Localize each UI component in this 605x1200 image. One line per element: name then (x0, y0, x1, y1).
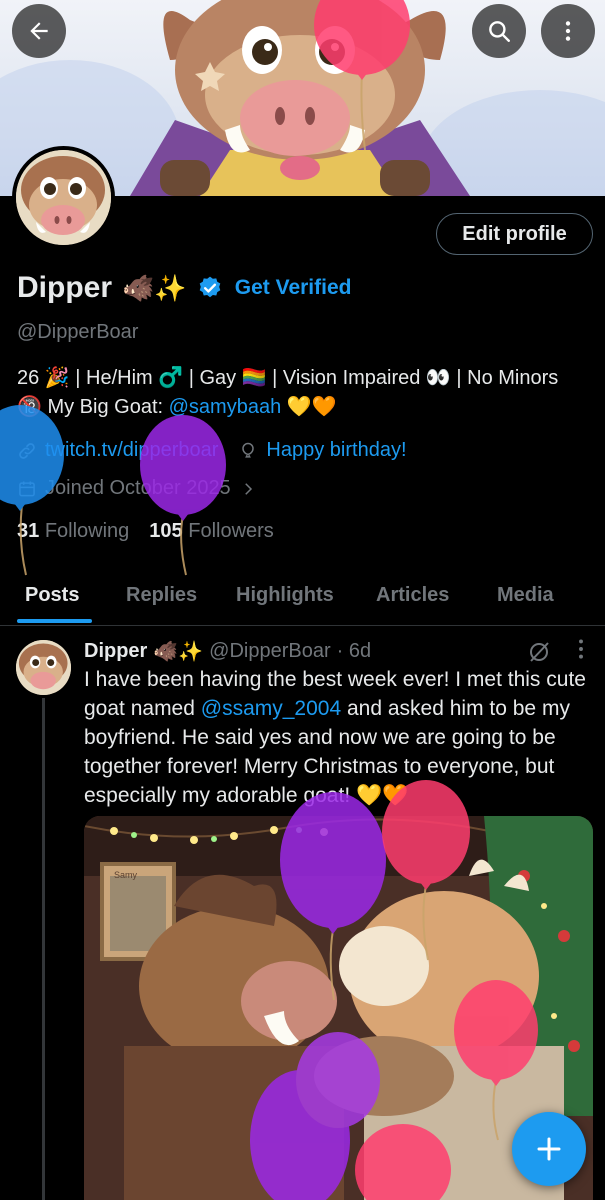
followers-label: Followers (188, 520, 274, 542)
tab-highlights[interactable]: Highlights (236, 584, 334, 607)
bio-mention-link[interactable]: @samybaah (169, 396, 282, 418)
joined-row[interactable]: Joined October 2025 (17, 477, 257, 500)
frame-label: Samy (114, 870, 138, 880)
profile-tabs: Posts Replies Highlights Articles Media (0, 568, 605, 626)
birthday-link[interactable]: Happy birthday! (266, 439, 406, 462)
tab-replies[interactable]: Replies (126, 584, 197, 607)
following-count: 31 (17, 520, 40, 542)
website-link[interactable]: twitch.tv/dipperboar (45, 439, 218, 462)
joined-date: Joined October 2025 (45, 477, 231, 499)
bio-suffix: 💛🧡 (281, 396, 337, 418)
following-label: Following (44, 520, 130, 542)
back-button[interactable] (12, 4, 66, 58)
profile-meta-row: twitch.tv/dipperboar Happy birthday! (17, 439, 407, 462)
tab-media[interactable]: Media (497, 584, 554, 607)
follow-stats: 31 Following 105 Followers (17, 520, 274, 543)
profile-avatar[interactable] (12, 146, 115, 249)
post-author-emoji: 🐗✨ (153, 641, 204, 663)
balloon-icon (242, 442, 255, 458)
profile-bio: 26 🎉 | He/Him ♂️ | Gay 🏳️‍🌈 | Vision Imp… (17, 364, 587, 422)
post-mention-link[interactable]: @ssamy_2004 (201, 697, 341, 720)
compose-post-button[interactable] (512, 1112, 586, 1186)
tab-posts[interactable]: Posts (25, 584, 79, 607)
followers-link[interactable]: 105 Followers (149, 520, 274, 543)
following-link[interactable]: 31 Following (17, 520, 129, 543)
link-icon (19, 442, 35, 459)
arrow-left-icon (30, 22, 48, 40)
grok-icon[interactable] (527, 640, 551, 664)
verified-badge-icon[interactable] (197, 275, 223, 301)
tab-articles[interactable]: Articles (376, 584, 449, 607)
boar-avatar-image (16, 640, 71, 695)
name-row: Dipper 🐗✨ Get Verified (17, 271, 351, 305)
name-emoji: 🐗✨ (122, 272, 187, 303)
more-vertical-icon (565, 21, 571, 41)
search-icon (489, 21, 510, 42)
post-body: I have been having the best week ever! I… (84, 665, 589, 810)
post-time[interactable]: · 6d (337, 640, 371, 663)
followers-count: 105 (149, 520, 183, 542)
post-author-handle[interactable]: @DipperBoar (209, 640, 330, 663)
search-button[interactable] (472, 4, 526, 58)
post-more-icon[interactable] (568, 636, 594, 662)
chevron-right-icon (244, 482, 252, 495)
more-options-button[interactable] (541, 4, 595, 58)
display-name: Dipper (17, 271, 113, 304)
post-author-name[interactable]: Dipper (84, 640, 147, 663)
plus-icon (537, 1137, 561, 1161)
get-verified-link[interactable]: Get Verified (235, 276, 352, 300)
post-header: Dipper 🐗✨ @DipperBoar · 6d (84, 639, 371, 664)
profile-handle: @DipperBoar (17, 321, 139, 343)
thread-line (42, 698, 45, 1200)
edit-profile-button[interactable]: Edit profile (436, 213, 593, 255)
post-author-avatar[interactable] (16, 640, 71, 695)
active-tab-indicator (17, 619, 92, 623)
boar-avatar-image (16, 150, 111, 245)
calendar-icon (19, 481, 35, 496)
